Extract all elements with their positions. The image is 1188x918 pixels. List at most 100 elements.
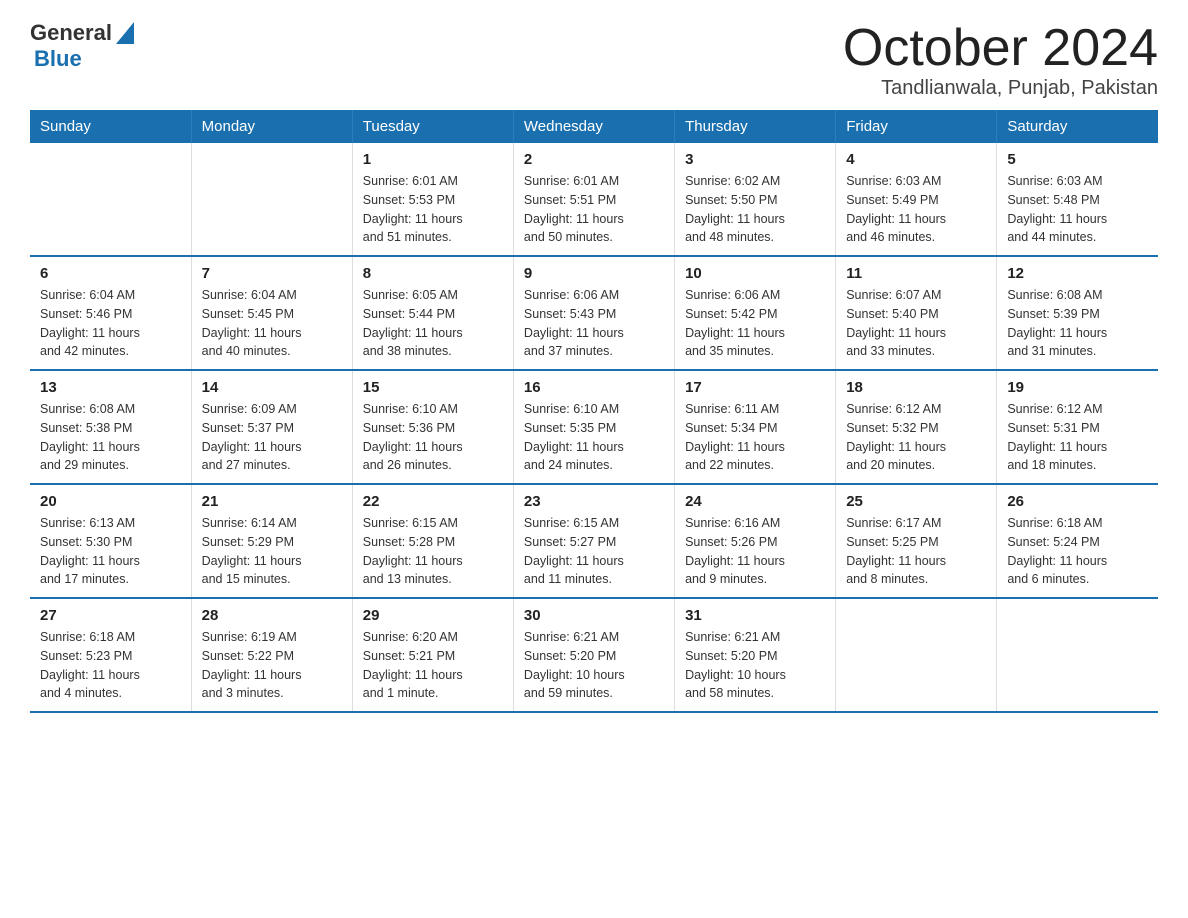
week-row-4: 20 Sunrise: 6:13 AM Sunset: 5:30 PM Dayli… (30, 484, 1158, 598)
day-cell (191, 143, 352, 256)
day-number: 12 (1007, 265, 1148, 282)
day-number: 24 (685, 493, 825, 510)
header-cell-tuesday: Tuesday (352, 110, 513, 143)
day-cell: 10 Sunrise: 6:06 AM Sunset: 5:42 PM Dayli… (675, 256, 836, 370)
calendar-body: 1 Sunrise: 6:01 AM Sunset: 5:53 PM Daylig… (30, 143, 1158, 712)
day-number: 3 (685, 151, 825, 168)
day-info: Sunrise: 6:01 AM Sunset: 5:53 PM Dayligh… (363, 172, 503, 247)
day-number: 13 (40, 379, 181, 396)
title-section: October 2024 Tandlianwala, Punjab, Pakis… (843, 20, 1158, 100)
day-info: Sunrise: 6:20 AM Sunset: 5:21 PM Dayligh… (363, 628, 503, 703)
day-number: 15 (363, 379, 503, 396)
day-number: 21 (202, 493, 342, 510)
header-cell-wednesday: Wednesday (513, 110, 674, 143)
day-cell: 3Sunrise: 6:02 AM Sunset: 5:50 PM Daylig… (675, 143, 836, 256)
day-info: Sunrise: 6:06 AM Sunset: 5:43 PM Dayligh… (524, 286, 664, 361)
day-info: Sunrise: 6:16 AM Sunset: 5:26 PM Dayligh… (685, 514, 825, 589)
day-info: Sunrise: 6:10 AM Sunset: 5:36 PM Dayligh… (363, 400, 503, 475)
day-number: 23 (524, 493, 664, 510)
day-number: 10 (685, 265, 825, 282)
day-info: Sunrise: 6:17 AM Sunset: 5:25 PM Dayligh… (846, 514, 986, 589)
page-header: General Blue October 2024 Tandlianwala, … (30, 20, 1158, 100)
day-info: Sunrise: 6:21 AM Sunset: 5:20 PM Dayligh… (524, 628, 664, 703)
day-number: 1 (363, 151, 503, 168)
day-number: 7 (202, 265, 342, 282)
day-number: 6 (40, 265, 181, 282)
day-number: 19 (1007, 379, 1148, 396)
day-number: 17 (685, 379, 825, 396)
day-info: Sunrise: 6:12 AM Sunset: 5:31 PM Dayligh… (1007, 400, 1148, 475)
week-row-1: 1 Sunrise: 6:01 AM Sunset: 5:53 PM Daylig… (30, 143, 1158, 256)
day-info: Sunrise: 6:14 AM Sunset: 5:29 PM Dayligh… (202, 514, 342, 589)
day-info: Sunrise: 6:13 AM Sunset: 5:30 PM Dayligh… (40, 514, 181, 589)
week-row-2: 6Sunrise: 6:04 AM Sunset: 5:46 PM Daylig… (30, 256, 1158, 370)
day-info: Sunrise: 6:06 AM Sunset: 5:42 PM Dayligh… (685, 286, 825, 361)
logo-blue-text: Blue (34, 46, 82, 71)
calendar-table: SundayMondayTuesdayWednesdayThursdayFrid… (30, 110, 1158, 713)
day-cell: 29 Sunrise: 6:20 AM Sunset: 5:21 PM Dayli… (352, 598, 513, 712)
logo: General Blue (30, 20, 134, 72)
day-info: Sunrise: 6:08 AM Sunset: 5:38 PM Dayligh… (40, 400, 181, 475)
day-info: Sunrise: 6:03 AM Sunset: 5:48 PM Dayligh… (1007, 172, 1148, 247)
day-cell: 22 Sunrise: 6:15 AM Sunset: 5:28 PM Dayli… (352, 484, 513, 598)
day-info: Sunrise: 6:01 AM Sunset: 5:51 PM Dayligh… (524, 172, 664, 247)
day-cell (997, 598, 1158, 712)
day-info: Sunrise: 6:15 AM Sunset: 5:28 PM Dayligh… (363, 514, 503, 589)
month-title: October 2024 (843, 20, 1158, 77)
day-cell: 24 Sunrise: 6:16 AM Sunset: 5:26 PM Dayli… (675, 484, 836, 598)
day-number: 9 (524, 265, 664, 282)
day-number: 2 (524, 151, 664, 168)
day-cell: 28Sunrise: 6:19 AM Sunset: 5:22 PM Dayli… (191, 598, 352, 712)
day-cell: 4 Sunrise: 6:03 AM Sunset: 5:49 PM Daylig… (836, 143, 997, 256)
day-cell: 26 Sunrise: 6:18 AM Sunset: 5:24 PM Dayli… (997, 484, 1158, 598)
day-cell: 17 Sunrise: 6:11 AM Sunset: 5:34 PM Dayli… (675, 370, 836, 484)
day-cell: 13 Sunrise: 6:08 AM Sunset: 5:38 PM Dayli… (30, 370, 191, 484)
day-info: Sunrise: 6:18 AM Sunset: 5:24 PM Dayligh… (1007, 514, 1148, 589)
day-cell: 14 Sunrise: 6:09 AM Sunset: 5:37 PM Dayli… (191, 370, 352, 484)
day-info: Sunrise: 6:07 AM Sunset: 5:40 PM Dayligh… (846, 286, 986, 361)
day-info: Sunrise: 6:15 AM Sunset: 5:27 PM Dayligh… (524, 514, 664, 589)
day-number: 20 (40, 493, 181, 510)
day-cell: 7 Sunrise: 6:04 AM Sunset: 5:45 PM Daylig… (191, 256, 352, 370)
logo-triangle-icon (116, 22, 134, 44)
day-info: Sunrise: 6:09 AM Sunset: 5:37 PM Dayligh… (202, 400, 342, 475)
day-number: 30 (524, 607, 664, 624)
day-cell: 21 Sunrise: 6:14 AM Sunset: 5:29 PM Dayli… (191, 484, 352, 598)
day-cell: 31Sunrise: 6:21 AM Sunset: 5:20 PM Dayli… (675, 598, 836, 712)
day-cell: 8Sunrise: 6:05 AM Sunset: 5:44 PM Daylig… (352, 256, 513, 370)
logo-general-text: General (30, 20, 112, 46)
day-number: 22 (363, 493, 503, 510)
day-number: 28 (202, 607, 342, 624)
day-info: Sunrise: 6:10 AM Sunset: 5:35 PM Dayligh… (524, 400, 664, 475)
day-cell: 19 Sunrise: 6:12 AM Sunset: 5:31 PM Dayli… (997, 370, 1158, 484)
day-cell: 23 Sunrise: 6:15 AM Sunset: 5:27 PM Dayli… (513, 484, 674, 598)
day-cell (836, 598, 997, 712)
day-cell: 15 Sunrise: 6:10 AM Sunset: 5:36 PM Dayli… (352, 370, 513, 484)
day-number: 29 (363, 607, 503, 624)
day-info: Sunrise: 6:21 AM Sunset: 5:20 PM Dayligh… (685, 628, 825, 703)
day-info: Sunrise: 6:03 AM Sunset: 5:49 PM Dayligh… (846, 172, 986, 247)
header-cell-sunday: Sunday (30, 110, 191, 143)
header-cell-monday: Monday (191, 110, 352, 143)
day-number: 11 (846, 265, 986, 282)
week-row-3: 13 Sunrise: 6:08 AM Sunset: 5:38 PM Dayli… (30, 370, 1158, 484)
day-info: Sunrise: 6:12 AM Sunset: 5:32 PM Dayligh… (846, 400, 986, 475)
header-cell-saturday: Saturday (997, 110, 1158, 143)
day-info: Sunrise: 6:04 AM Sunset: 5:45 PM Dayligh… (202, 286, 342, 361)
day-number: 26 (1007, 493, 1148, 510)
day-cell: 16 Sunrise: 6:10 AM Sunset: 5:35 PM Dayli… (513, 370, 674, 484)
day-cell: 5Sunrise: 6:03 AM Sunset: 5:48 PM Daylig… (997, 143, 1158, 256)
day-info: Sunrise: 6:11 AM Sunset: 5:34 PM Dayligh… (685, 400, 825, 475)
day-cell: 27Sunrise: 6:18 AM Sunset: 5:23 PM Dayli… (30, 598, 191, 712)
day-cell: 20 Sunrise: 6:13 AM Sunset: 5:30 PM Dayli… (30, 484, 191, 598)
day-cell (30, 143, 191, 256)
day-number: 27 (40, 607, 181, 624)
header-row: SundayMondayTuesdayWednesdayThursdayFrid… (30, 110, 1158, 143)
week-row-5: 27Sunrise: 6:18 AM Sunset: 5:23 PM Dayli… (30, 598, 1158, 712)
day-cell: 11 Sunrise: 6:07 AM Sunset: 5:40 PM Dayli… (836, 256, 997, 370)
day-info: Sunrise: 6:05 AM Sunset: 5:44 PM Dayligh… (363, 286, 503, 361)
day-number: 16 (524, 379, 664, 396)
day-cell: 25Sunrise: 6:17 AM Sunset: 5:25 PM Dayli… (836, 484, 997, 598)
day-number: 14 (202, 379, 342, 396)
day-number: 4 (846, 151, 986, 168)
